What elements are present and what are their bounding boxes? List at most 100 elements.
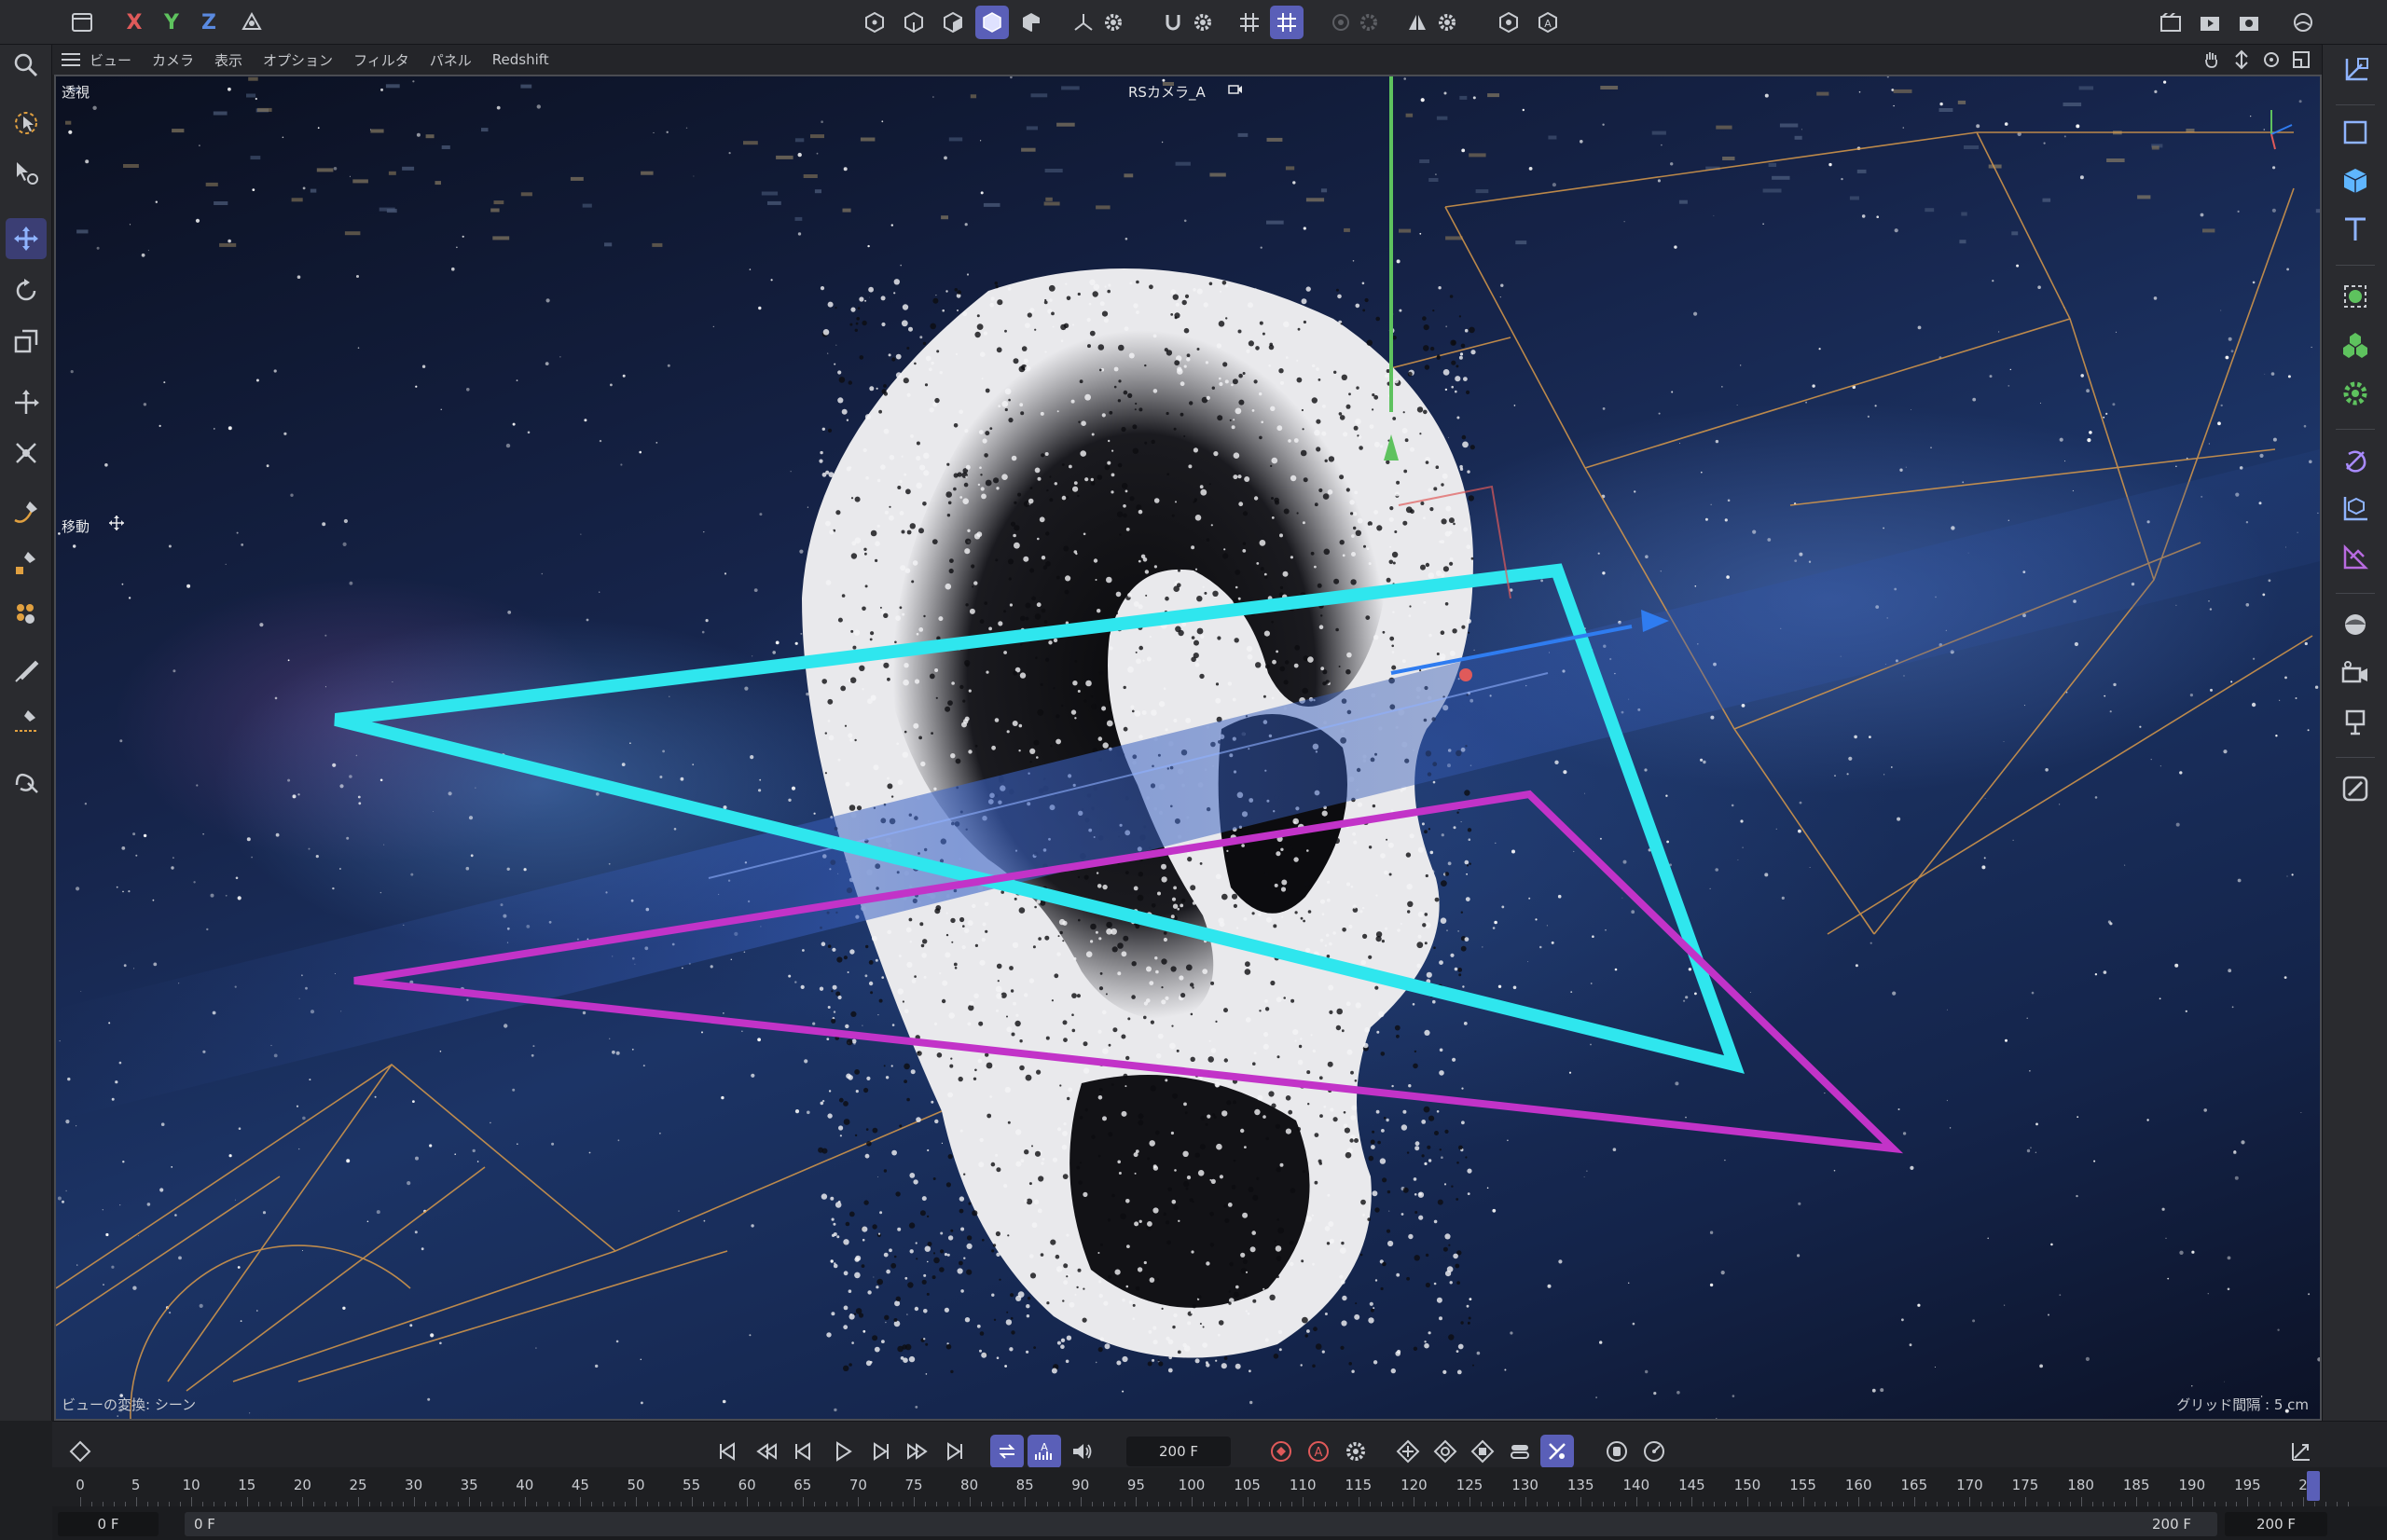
range-slider[interactable] xyxy=(185,1512,2217,1536)
svg-text:A: A xyxy=(1315,1446,1323,1460)
range-min-field[interactable]: 0 F xyxy=(58,1512,159,1536)
select-tool-icon[interactable] xyxy=(6,153,47,194)
spline-pen-icon[interactable] xyxy=(6,492,47,533)
menu-view[interactable]: ビュー xyxy=(90,50,131,70)
key-parameter-icon[interactable] xyxy=(1503,1435,1537,1468)
brush-icon[interactable] xyxy=(6,593,47,634)
menu-filter[interactable]: フィルタ xyxy=(353,50,409,70)
next-frame-icon[interactable] xyxy=(863,1435,897,1468)
camera-label[interactable]: RSカメラ_A xyxy=(1128,82,1206,102)
loop-icon[interactable] xyxy=(990,1435,1024,1468)
generator-icon[interactable] xyxy=(2335,488,2376,529)
gear-icon[interactable] xyxy=(1352,6,1386,39)
point-mode-icon[interactable] xyxy=(858,6,891,39)
panel-icon[interactable] xyxy=(65,6,99,39)
previous-key-icon[interactable] xyxy=(750,1435,783,1468)
menu-options[interactable]: オプション xyxy=(263,50,333,70)
scale-icon[interactable] xyxy=(6,321,47,362)
sound-icon[interactable] xyxy=(1065,1435,1098,1468)
pan-icon[interactable] xyxy=(2201,48,2223,71)
mograph-icon[interactable] xyxy=(2335,276,2376,317)
orbit-icon[interactable] xyxy=(2260,48,2283,71)
current-frame-field[interactable]: 200 F xyxy=(1126,1437,1231,1466)
gear-icon[interactable] xyxy=(1430,6,1464,39)
polygon-mode-icon[interactable] xyxy=(936,6,970,39)
knife-icon[interactable] xyxy=(6,701,47,742)
ruler-tick-label: 145 xyxy=(1678,1477,1705,1493)
keyframe-icon[interactable] xyxy=(63,1435,97,1468)
cloner-icon[interactable] xyxy=(2335,324,2376,365)
effector-icon[interactable] xyxy=(2335,373,2376,414)
dolly-icon[interactable] xyxy=(2230,48,2253,71)
rotate-icon[interactable] xyxy=(6,270,47,311)
text-icon[interactable] xyxy=(2335,209,2376,250)
play-icon[interactable] xyxy=(826,1435,860,1468)
sculpt-icon[interactable] xyxy=(6,651,47,692)
projection-label[interactable]: 透視 xyxy=(62,82,90,102)
f-curve-icon[interactable] xyxy=(2284,1435,2318,1468)
environment-icon[interactable] xyxy=(2335,604,2376,645)
key-settings-icon[interactable] xyxy=(1339,1435,1373,1468)
menu-icon[interactable] xyxy=(52,45,90,75)
deformer-icon[interactable] xyxy=(2335,440,2376,481)
record-icon[interactable] xyxy=(1264,1435,1298,1468)
live-select-icon[interactable] xyxy=(6,103,47,144)
next-key-icon[interactable] xyxy=(901,1435,934,1468)
motion-mixer-icon[interactable] xyxy=(1600,1435,1634,1468)
auto-icon[interactable]: A xyxy=(1531,6,1565,39)
menu-redshift[interactable]: Redshift xyxy=(492,51,549,68)
snap-icon[interactable] xyxy=(1156,6,1190,39)
key-scale-icon[interactable] xyxy=(1466,1435,1499,1468)
move-icon[interactable] xyxy=(6,218,47,259)
auto-keying-icon[interactable]: A xyxy=(1028,1435,1061,1468)
playhead[interactable] xyxy=(2307,1471,2320,1501)
menu-display[interactable]: 表示 xyxy=(214,50,242,70)
timeline-settings-icon[interactable] xyxy=(1637,1435,1671,1468)
render-icon[interactable] xyxy=(2193,6,2227,39)
deformer-icon[interactable] xyxy=(1492,6,1525,39)
key-rotation-icon[interactable] xyxy=(1428,1435,1462,1468)
render-view-icon[interactable] xyxy=(2154,6,2187,39)
light-icon[interactable] xyxy=(2335,701,2376,742)
grid-active-icon[interactable] xyxy=(1270,6,1304,39)
gear-icon[interactable] xyxy=(1186,6,1220,39)
camera-link-icon[interactable] xyxy=(1227,80,1244,101)
go-to-start-icon[interactable] xyxy=(711,1435,744,1468)
key-position-icon[interactable] xyxy=(1391,1435,1425,1468)
scene-canvas[interactable] xyxy=(56,76,2320,1419)
auto-record-icon[interactable]: A xyxy=(1302,1435,1335,1468)
axis-x-icon[interactable]: X xyxy=(117,6,151,39)
axis-y-icon[interactable]: Y xyxy=(155,6,188,39)
axis-mode-icon[interactable] xyxy=(1067,6,1100,39)
coordinate-system-icon[interactable] xyxy=(235,6,269,39)
combined-icon[interactable] xyxy=(6,433,47,474)
render-settings-icon[interactable] xyxy=(2232,6,2266,39)
tag-icon[interactable] xyxy=(2335,768,2376,809)
cube-icon[interactable] xyxy=(2335,160,2376,201)
key-point-level-icon[interactable] xyxy=(1540,1435,1574,1468)
model-mode-icon[interactable] xyxy=(975,6,1009,39)
paint-icon[interactable] xyxy=(6,543,47,584)
null-object-icon[interactable] xyxy=(2335,50,2376,91)
magnet-icon[interactable] xyxy=(6,761,47,802)
transform-icon[interactable] xyxy=(6,382,47,423)
gear-icon[interactable] xyxy=(1097,6,1130,39)
range-max-field[interactable]: 200 F xyxy=(2225,1512,2327,1536)
timeline-ruler[interactable]: 0 5 10 15 20 25 30 35 40 45 50 55 60 65 70 75 80 85 90 95 10… xyxy=(52,1467,2387,1506)
search-icon[interactable] xyxy=(6,45,47,86)
viewport[interactable]: 透視 RSカメラ_A 移動 ビューの変換: シーン グリッド間隔 : 5 cm xyxy=(54,75,2322,1421)
grid-icon[interactable] xyxy=(1233,6,1266,39)
symmetry-icon[interactable] xyxy=(1400,6,1434,39)
axis-z-icon[interactable]: Z xyxy=(192,6,226,39)
menu-panel[interactable]: パネル xyxy=(430,50,472,70)
edge-mode-icon[interactable] xyxy=(897,6,931,39)
field-icon[interactable] xyxy=(2335,537,2376,578)
go-to-end-icon[interactable] xyxy=(938,1435,972,1468)
scene-icon[interactable] xyxy=(2286,6,2320,39)
menu-camera[interactable]: カメラ xyxy=(152,50,194,70)
texture-mode-icon[interactable] xyxy=(1014,6,1048,39)
maximize-view-icon[interactable] xyxy=(2290,48,2312,71)
camera-icon[interactable] xyxy=(2335,653,2376,694)
previous-frame-icon[interactable] xyxy=(787,1435,821,1468)
square-icon[interactable] xyxy=(2335,112,2376,153)
